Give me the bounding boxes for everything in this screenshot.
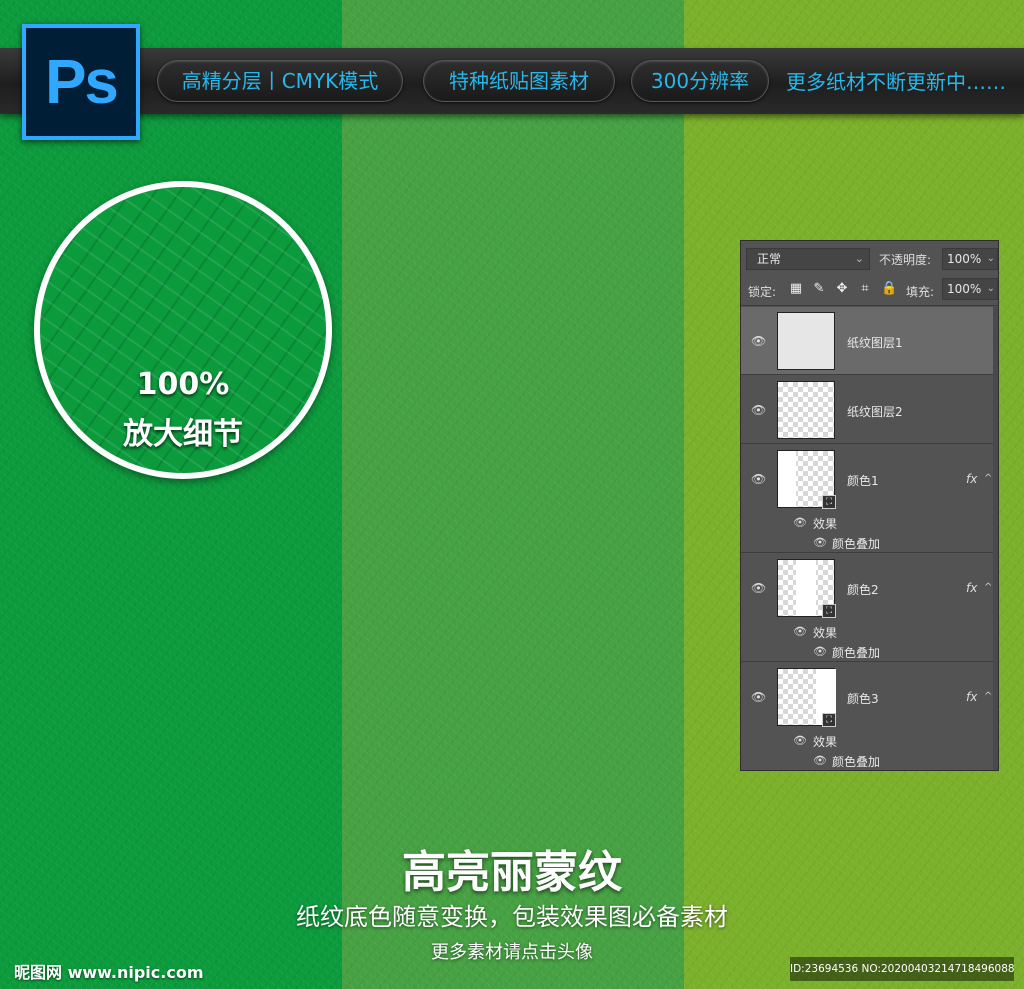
lock-pixels-brush-icon[interactable]: ✎ bbox=[812, 281, 826, 296]
eye-icon[interactable]: 👁 bbox=[751, 472, 766, 486]
effects-label: 效果 bbox=[813, 626, 838, 640]
site-watermark: 昵图网 www.nipic.com bbox=[14, 963, 204, 982]
lock-position-move-icon[interactable]: ✥ bbox=[835, 281, 849, 296]
layer-row-paper-1[interactable]: 👁 纸纹图层1 bbox=[741, 307, 993, 375]
layer-name: 颜色1 bbox=[847, 474, 879, 488]
lock-icons: ▦ ✎ ✥ ⌗ 🔒 bbox=[789, 281, 897, 296]
layer-name: 纸纹图层1 bbox=[847, 336, 903, 350]
eye-icon[interactable]: 👁 bbox=[793, 734, 807, 747]
zoom-detail-labels: 100% 放大细节 bbox=[34, 181, 332, 479]
lock-label: 锁定: bbox=[748, 285, 777, 299]
effects-label: 效果 bbox=[813, 517, 838, 531]
banner-pill-resolution: 300分辨率 bbox=[631, 60, 769, 102]
layer-thumbnail: ⛶ bbox=[777, 559, 836, 618]
banner-pill-special-paper: 特种纸贴图素材 bbox=[423, 60, 615, 102]
eye-icon[interactable]: 👁 bbox=[793, 625, 807, 638]
effect-color-overlay: 颜色叠加 bbox=[832, 537, 881, 551]
chevron-down-icon: ⌄ bbox=[854, 252, 864, 265]
opacity-label: 不透明度: bbox=[879, 253, 932, 267]
effect-color-overlay: 颜色叠加 bbox=[832, 646, 881, 660]
opacity-value: 100% bbox=[947, 252, 982, 266]
chevron-up-icon[interactable]: ^ bbox=[984, 473, 992, 484]
layer-thumbnail bbox=[777, 312, 835, 370]
fill-field[interactable]: 100% ⌄ bbox=[942, 278, 998, 300]
eye-icon[interactable]: 👁 bbox=[751, 690, 766, 704]
panel-divider bbox=[741, 305, 998, 306]
chevron-up-icon[interactable]: ^ bbox=[984, 582, 992, 593]
opacity-field[interactable]: 100% ⌄ bbox=[942, 248, 998, 270]
layer-thumbnail: ⛶ bbox=[777, 450, 836, 509]
banner-pill-layers: 高精分层丨CMYK模式 bbox=[157, 60, 403, 102]
fx-icon[interactable]: fx bbox=[966, 581, 977, 595]
photoshop-logo-text: Ps bbox=[26, 28, 136, 136]
effect-color-overlay: 颜色叠加 bbox=[832, 755, 881, 769]
layer-thumbnail bbox=[777, 381, 835, 439]
photoshop-logo-icon: Ps bbox=[22, 24, 140, 140]
blend-mode-value: 正常 bbox=[757, 252, 782, 266]
layers-panel: 正常 ⌄ 不透明度: 100% ⌄ 锁定: ▦ ✎ ✥ ⌗ 🔒 填充: 100%… bbox=[740, 240, 999, 771]
eye-icon[interactable]: 👁 bbox=[813, 754, 827, 767]
fill-value: 100% bbox=[947, 282, 982, 296]
layer-name: 颜色3 bbox=[847, 692, 879, 706]
layer-row-color-1[interactable]: 👁 ⛶ 颜色1 fx ^ 👁 效果 👁 颜色叠加 bbox=[741, 445, 993, 553]
layer-thumbnail: ⛶ bbox=[777, 668, 836, 727]
image-id-bar: ID:23694536 NO:20200403214718496088 bbox=[790, 957, 1015, 981]
eye-icon[interactable]: 👁 bbox=[751, 334, 766, 348]
layer-name: 颜色2 bbox=[847, 583, 879, 597]
chevron-down-icon: ⌄ bbox=[986, 283, 995, 294]
lock-transparency-icon[interactable]: ▦ bbox=[789, 281, 803, 296]
chevron-up-icon[interactable]: ^ bbox=[984, 691, 992, 702]
layer-row-color-3[interactable]: 👁 ⛶ 颜色3 fx ^ 👁 效果 👁 颜色叠加 bbox=[741, 663, 993, 770]
eye-icon[interactable]: 👁 bbox=[751, 403, 766, 417]
effects-label: 效果 bbox=[813, 735, 838, 749]
page-title: 高亮丽蒙纹 bbox=[402, 847, 622, 898]
smart-object-badge-icon: ⛶ bbox=[822, 713, 836, 727]
blend-mode-select[interactable]: 正常 ⌄ bbox=[746, 248, 870, 270]
fx-icon[interactable]: fx bbox=[966, 690, 977, 704]
lock-artboard-icon[interactable]: ⌗ bbox=[858, 281, 872, 296]
eye-icon[interactable]: 👁 bbox=[793, 516, 807, 529]
panel-scrollbar[interactable] bbox=[993, 307, 998, 770]
layer-row-paper-2[interactable]: 👁 纸纹图层2 bbox=[741, 376, 993, 444]
lock-all-icon[interactable]: 🔒 bbox=[881, 281, 897, 296]
smart-object-badge-icon: ⛶ bbox=[822, 604, 836, 618]
fx-icon[interactable]: fx bbox=[966, 472, 977, 486]
eye-icon[interactable]: 👁 bbox=[751, 581, 766, 595]
page-subtitle: 纸纹底色随意变换，包装效果图必备素材 bbox=[296, 903, 728, 931]
eye-icon[interactable]: 👁 bbox=[813, 536, 827, 549]
chevron-down-icon: ⌄ bbox=[986, 253, 995, 264]
banner-tagline: 更多纸材不断更新中…… bbox=[786, 70, 1006, 94]
zoom-percent: 100% bbox=[136, 367, 230, 402]
zoom-caption: 放大细节 bbox=[123, 417, 243, 452]
layer-row-color-2[interactable]: 👁 ⛶ 颜色2 fx ^ 👁 效果 👁 颜色叠加 bbox=[741, 554, 993, 662]
smart-object-badge-icon: ⛶ bbox=[822, 495, 836, 509]
eye-icon[interactable]: 👁 bbox=[813, 645, 827, 658]
fill-label: 填充: bbox=[906, 285, 935, 299]
layer-name: 纸纹图层2 bbox=[847, 405, 903, 419]
